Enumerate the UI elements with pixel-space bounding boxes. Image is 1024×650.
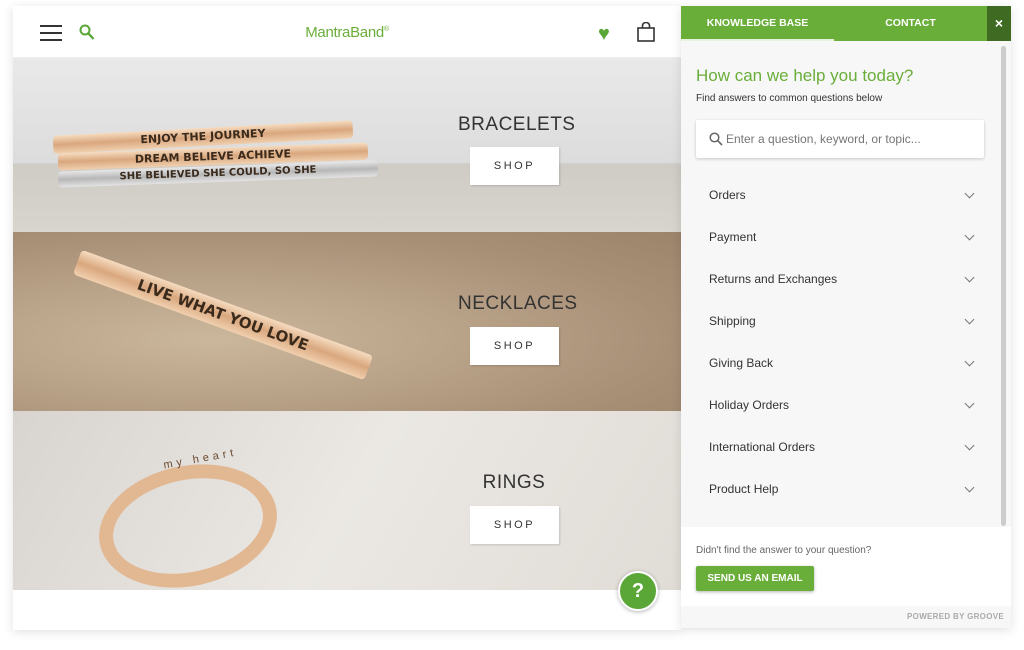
chevron-down-icon <box>964 482 975 492</box>
widget-tabs: KNOWLEDGE BASE CONTACT × <box>681 6 1011 41</box>
shop-bracelets-button[interactable]: SHOP <box>470 147 559 185</box>
category-bracelets: ENJOY THE JOURNEY DREAM BELIEVE ACHIEVE … <box>13 58 681 232</box>
shop-rings-button[interactable]: SHOP <box>470 506 559 544</box>
search-icon <box>709 132 723 146</box>
faq-label: Product Help <box>709 482 779 496</box>
shopping-bag-icon[interactable] <box>637 22 655 42</box>
send-email-button[interactable]: SEND US AN EMAIL <box>696 566 814 591</box>
faq-label: Shipping <box>709 314 756 328</box>
faq-item-payment[interactable]: Payment <box>696 216 986 258</box>
scrollbar[interactable] <box>1001 46 1006 526</box>
chevron-down-icon <box>964 314 975 324</box>
chevron-down-icon <box>964 356 975 366</box>
faq-item-shipping[interactable]: Shipping <box>696 300 986 342</box>
widget-footer: Didn't find the answer to your question?… <box>681 527 1011 606</box>
shop-necklaces-button[interactable]: SHOP <box>470 327 559 365</box>
faq-item-giving-back[interactable]: Giving Back <box>696 342 986 384</box>
faq-item-holiday-orders[interactable]: Holiday Orders <box>696 384 986 426</box>
heart-icon[interactable]: ♥ <box>598 24 610 44</box>
category-necklaces: LIVE WHAT YOU LOVE NECKLACES SHOP <box>13 232 681 411</box>
ring-image <box>87 448 289 590</box>
faq-label: International Orders <box>709 440 816 454</box>
faq-list: Orders Payment Returns and Exchanges Shi… <box>696 174 986 510</box>
search-box <box>696 120 984 158</box>
category-rings: my heart RINGS SHOP <box>13 411 681 590</box>
chevron-down-icon <box>964 188 975 198</box>
faq-label: Returns and Exchanges <box>709 272 838 286</box>
faq-item-product-help[interactable]: Product Help <box>696 468 986 510</box>
search-input[interactable] <box>726 120 976 158</box>
close-icon[interactable]: × <box>987 6 1011 41</box>
category-title: NECKLACES <box>458 293 578 314</box>
storefront: MantraBand® ♥ ENJOY THE JOURNEY DREAM BE… <box>13 6 681 630</box>
faq-item-orders[interactable]: Orders <box>696 174 986 216</box>
help-widget: KNOWLEDGE BASE CONTACT × How can we help… <box>681 6 1011 628</box>
necklace-engraving: LIVE WHAT YOU LOVE <box>72 249 374 381</box>
tab-knowledge-base[interactable]: KNOWLEDGE BASE <box>681 6 834 41</box>
logo[interactable]: MantraBand® <box>13 24 681 41</box>
faq-label: Payment <box>709 230 757 244</box>
chevron-down-icon <box>964 440 975 450</box>
help-button[interactable]: ? <box>618 571 658 611</box>
faq-label: Holiday Orders <box>709 398 790 412</box>
category-title: RINGS <box>482 472 546 493</box>
widget-subtitle: Find answers to common questions below <box>696 93 883 104</box>
category-title: BRACELETS <box>458 114 576 135</box>
chevron-down-icon <box>964 230 975 240</box>
faq-item-international[interactable]: International Orders <box>696 426 986 468</box>
chevron-down-icon <box>964 398 975 408</box>
chevron-down-icon <box>964 272 975 282</box>
site-header: MantraBand® ♥ <box>13 6 681 58</box>
faq-label: Orders <box>709 188 746 202</box>
tab-contact[interactable]: CONTACT <box>834 6 987 41</box>
widget-title: How can we help you today? <box>696 66 914 85</box>
logo-mark: ® <box>383 26 389 33</box>
powered-by[interactable]: POWERED BY GROOVE <box>907 612 1004 621</box>
footer-question: Didn't find the answer to your question? <box>696 545 872 556</box>
faq-item-returns[interactable]: Returns and Exchanges <box>696 258 986 300</box>
logo-text: MantraBand <box>305 24 384 41</box>
faq-label: Giving Back <box>709 356 774 370</box>
